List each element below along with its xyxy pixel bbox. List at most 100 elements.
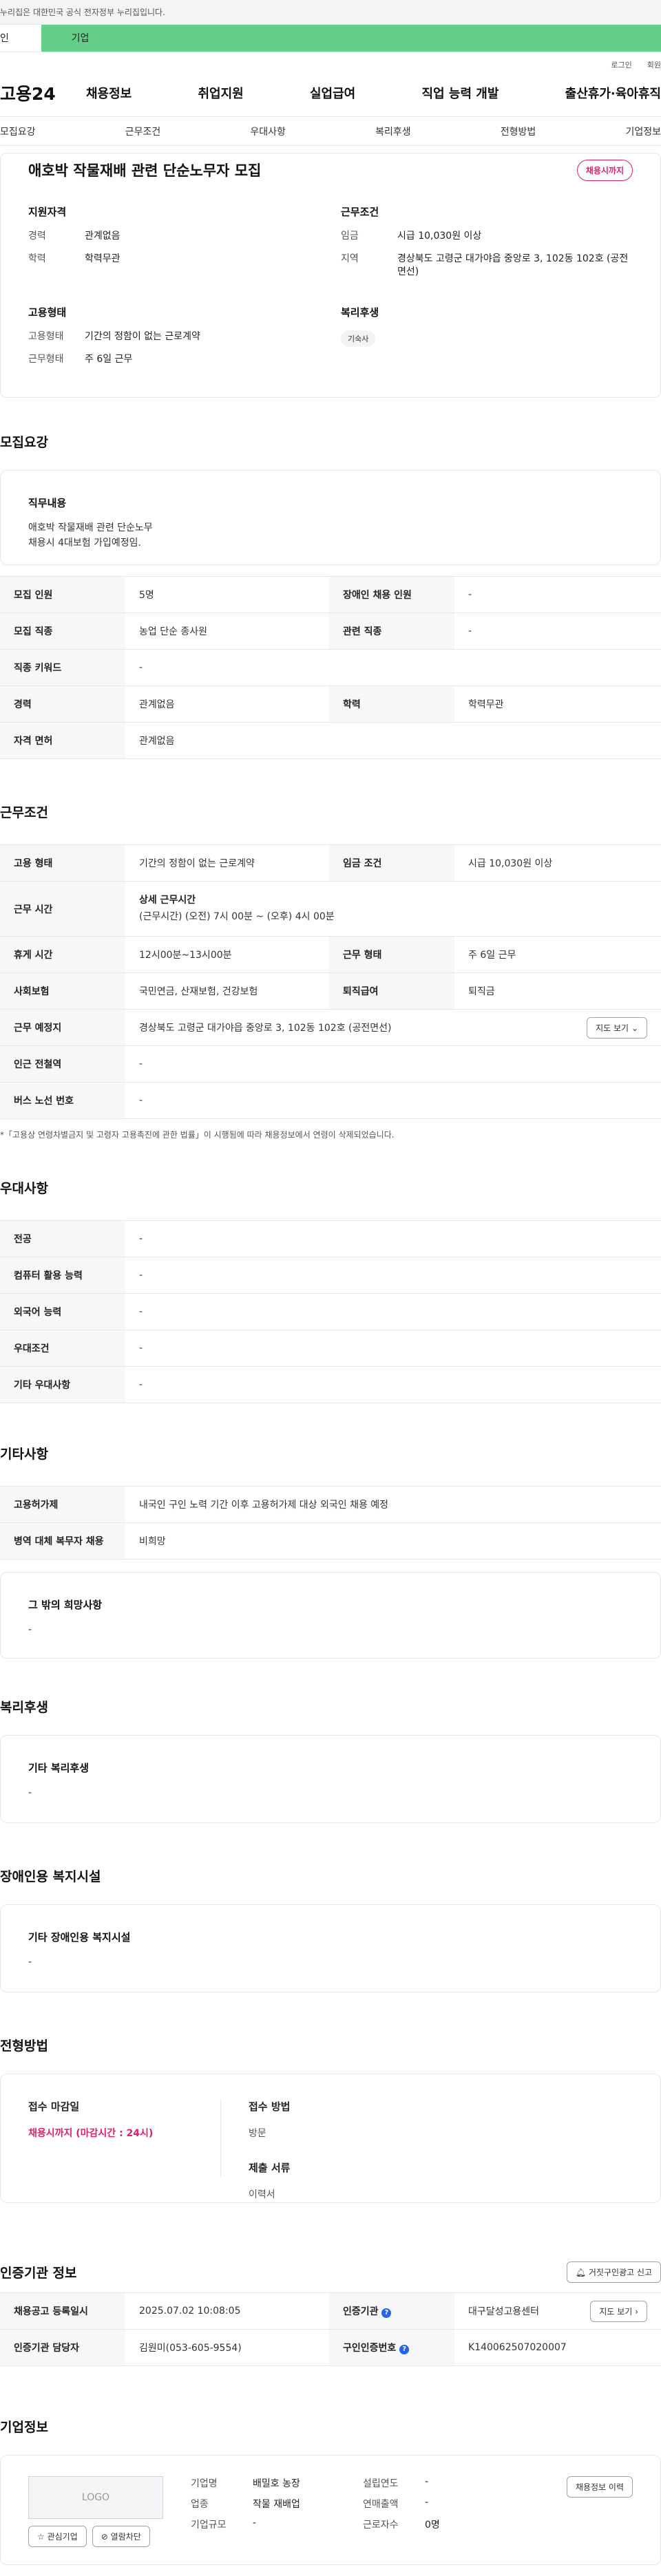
site-logo[interactable]: 고용24 [0,81,86,105]
disability-box-title: 기타 장애인용 복지시설 [28,1931,131,1944]
welfare-box-title: 기타 복리후생 [28,1762,90,1774]
qualification-title: 지원자격 [28,206,67,218]
table-row: 기타 우대사항 - [0,1366,661,1403]
deadline-title: 접수 마감일 [28,2100,80,2113]
section-link-recruit[interactable]: 모집요강 [0,125,36,138]
method-value: 방문 [249,2128,266,2139]
table-row: 우대조건 - [0,1330,661,1367]
table-row: 버스 노선 번호 - [0,1082,661,1119]
duty-line: 채용시 4대보험 가입예정임. [28,537,141,549]
menu-jobs[interactable]: 채용정보 [86,84,132,102]
welfare-summary-title: 복리후생 [341,306,379,319]
recruit-table: 모집 인원 5명 장애인 채용 인원 - 모집 직종 농업 단순 종사원 관련 직종 -… [0,576,661,759]
preference-table: 전공 - 컴퓨터 활용 능력 - 외국어 능력 - 우대조건 - 기타 우대사항 - [0,1220,661,1403]
method-title: 접수 방법 [249,2100,291,2113]
table-row: 전공 - [0,1220,661,1257]
preference-title: 우대사항 [0,1181,48,1196]
section-link-work[interactable]: 근무조건 [125,125,161,138]
section-link-pref[interactable]: 우대사항 [250,125,286,138]
hours-label: 상세 근무시간 [139,894,196,906]
recruit-section: 모집요강 직무내용 애호박 작물재배 관련 단순노무 채용시 4대보험 가입예정… [0,432,661,759]
favorite-company-button[interactable]: ☆ 관심기업 [28,2526,87,2547]
map-view-button[interactable]: 지도 보기 ⌄ [587,1016,647,1039]
section-nav: 모집요강 근무조건 우대사항 복리후생 전형방법 기업정보 [0,117,661,146]
cert-title: 인증기관 정보 [0,2266,77,2281]
table-row: 휴게 시간 12시00분~13시00분 근무 형태 주 6일 근무 [0,936,661,973]
other-wish-title: 그 밖의 희망사항 [28,1599,103,1611]
chevron-down-icon: ⌄ [631,1023,638,1033]
etc-title: 기타사항 [0,1447,48,1462]
other-wish-value: - [28,1624,32,1635]
etc-section: 기타사항 고용허가제 내국인 구인 노력 기간 이후 고용허가제 대상 외국인 채… [0,1444,661,1659]
info-icon[interactable]: ? [381,2308,392,2318]
disability-section: 장애인용 복지시설 기타 장애인용 복지시설 - [0,1866,661,1992]
job-title: 애호박 작물재배 관련 단순노무자 모집 [28,162,262,179]
table-row: 채용공고 등록일시 2025.07.02 10:08:05 인증기관 ? 대구달성… [0,2292,661,2330]
company-card: LOGO ☆ 관심기업 ⊘ 열람차단 기업명 배밀호 농장 설립연도 - 업종 작물 … [0,2455,661,2565]
tab-individual[interactable]: 인 [0,25,41,52]
table-row: 모집 인원 5명 장애인 채용 인원 - [0,576,661,613]
condition-block: 근무조건 임금 시급 10,030원 이상 지역 경상북도 고령군 대가야읍 중앙로… [341,204,633,288]
welfare-box-value: - [28,1787,32,1798]
table-row: 인증기관 담당자 김원미(053-605-9554) 구인인증번호 ? K1400… [0,2329,661,2366]
block-view-button[interactable]: ⊘ 열람차단 [92,2526,150,2547]
company-section: 기업정보 LOGO ☆ 관심기업 ⊘ 열람차단 기업명 배밀호 농장 설립연도 - … [0,2417,661,2565]
report-fake-ad-button[interactable]: 🔔︎ 거짓구인광고 신고 [566,2261,661,2283]
employment-title: 고용형태 [28,306,67,319]
process-box: 접수 마감일 채용시까지 (마감시간 : 24시) 접수 방법 방문 제출 서류… [0,2074,661,2203]
table-row: 직종 키워드 - [0,649,661,686]
table-row: 외국어 능력 - [0,1293,661,1330]
deadline-badge: 채용시까지 [576,159,633,181]
chevron-right-icon: › [635,2306,638,2317]
welfare-summary-block: 복리후생 기숙사 [341,305,633,376]
other-wish-box: 그 밖의 희망사항 - [0,1572,661,1659]
section-link-company[interactable]: 기업정보 [625,125,661,138]
deadline-value: 채용시까지 (마감시간 : 24시) [28,2128,154,2139]
duty-box: 직무내용 애호박 작물재배 관련 단순노무 채용시 4대보험 가입예정임. [0,470,661,565]
menu-unemployment[interactable]: 실업급여 [310,84,355,102]
table-row: 모집 직종 농업 단순 종사원 관련 직종 - [0,613,661,650]
duty-title: 직무내용 [28,497,67,509]
welfare-chip: 기숙사 [341,330,376,347]
welfare-section: 복리후생 기타 복리후생 - [0,1697,661,1823]
main-menu: 채용정보 취업지원 실업급여 직업 능력 개발 출산휴가·육아휴직 [86,84,661,102]
table-row: 고용허가제 내국인 구인 노력 기간 이후 고용허가제 대상 외국인 채용 예정 [0,1486,661,1523]
table-row: 근무 시간 상세 근무시간 (근무시간) (오전) 7시 00분 ~ (오후) … [0,881,661,937]
work-location: 경상북도 고령군 대가야읍 중앙로 3, 102동 102호 (공전면선) [139,1023,392,1034]
recruit-title: 모집요강 [0,435,48,450]
cert-table: 채용공고 등록일시 2025.07.02 10:08:05 인증기관 ? 대구달성… [0,2292,661,2366]
table-row: 자격 면허 관계없음 [0,722,661,759]
welfare-title: 복리후생 [0,1700,48,1715]
company-title: 기업정보 [0,2420,48,2435]
table-row: 사회보험 국민연금, 산재보험, 건강보험 퇴직급여 퇴직금 [0,972,661,1010]
disability-box: 기타 장애인용 복지시설 - [0,1904,661,1992]
work-table: 고용 형태 기간의 정함이 없는 근로계약 임금 조건 시급 10,030원 이상 … [0,844,661,1119]
login-link[interactable]: 로그인 [611,59,631,70]
bell-icon: 🔔︎ [575,2268,587,2277]
signup-link[interactable]: 회원 [647,59,661,70]
tab-company[interactable]: 기업 [41,25,661,52]
docs-value: 이력서 [249,2189,275,2200]
job-summary-card: 애호박 작물재배 관련 단순노무자 모집 채용시까지 지원자격 경력 관계없음 학… [0,153,661,398]
etc-table: 고용허가제 내국인 구인 노력 기간 이후 고용허가제 대상 외국인 채용 예정 … [0,1486,661,1560]
gov-notice-bar: 누리집은 대한민국 공식 전자정부 누리집입니다. [0,0,661,25]
main-nav: 고용24 채용정보 취업지원 실업급여 직업 능력 개발 출산휴가·육아휴직 [0,69,661,117]
hours-value: (근무시간) (오전) 7시 00분 ~ (오후) 4시 00분 [139,911,335,922]
gov-notice-text: 누리집은 대한민국 공식 전자정부 누리집입니다. [0,8,165,17]
section-link-process[interactable]: 전형방법 [501,125,536,138]
duty-line: 애호박 작물재배 관련 단순노무 [28,522,153,533]
info-icon[interactable]: ? [399,2345,410,2354]
cert-map-button[interactable]: 지도 보기 › [590,2300,647,2322]
work-section: 근무조건 고용 형태 기간의 정함이 없는 근로계약 임금 조건 시급 10,030… [0,802,661,1140]
menu-training[interactable]: 직업 능력 개발 [422,84,499,102]
menu-parental-leave[interactable]: 출산휴가·육아휴직 [565,84,661,102]
process-section: 전형방법 접수 마감일 채용시까지 (마감시간 : 24시) 접수 방법 방문 … [0,2036,661,2203]
condition-title: 근무조건 [341,206,379,218]
age-law-note: *「고용상 연령차별금지 및 고령자 고용촉진에 관한 법률」이 시행됨에 따라… [0,1130,395,1140]
section-link-welfare[interactable]: 복리후생 [375,125,411,138]
company-logo: LOGO [28,2476,163,2519]
job-history-button[interactable]: 채용정보 이력 [566,2476,633,2498]
table-row: 병역 대체 복무자 채용 비희망 [0,1522,661,1560]
menu-employment-support[interactable]: 취업지원 [198,84,244,102]
block-icon: ⊘ [101,2532,108,2542]
